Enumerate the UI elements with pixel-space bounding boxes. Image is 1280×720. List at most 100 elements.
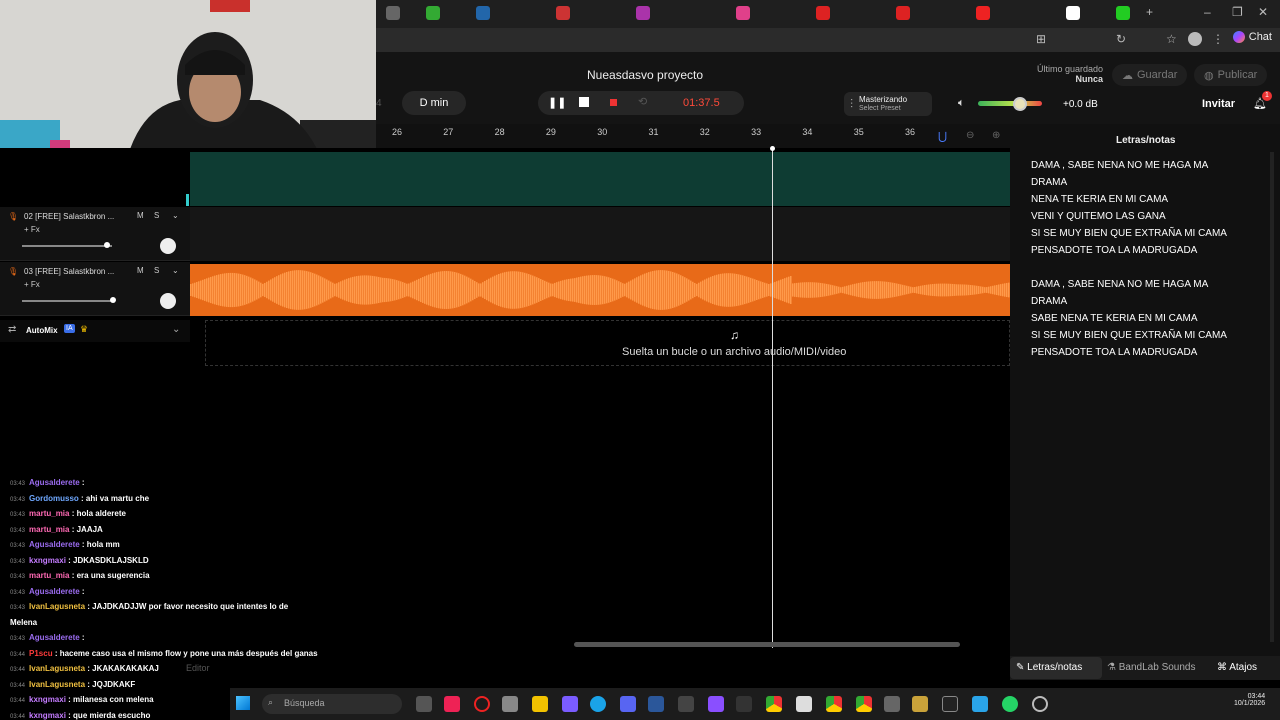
app-icon[interactable]	[678, 696, 694, 712]
taskview-icon[interactable]	[416, 696, 432, 712]
app-icon[interactable]	[708, 696, 724, 712]
solo-button[interactable]: S	[154, 266, 159, 275]
automix-bar[interactable]: ⇄ AutoMix IA ♛ ⌄	[0, 320, 190, 342]
zoom-out-icon[interactable]: ⊖	[966, 130, 974, 141]
save-button[interactable]: ☁ Guardar	[1112, 64, 1188, 86]
chat-button[interactable]: Chat	[1232, 31, 1272, 43]
app-icon[interactable]	[1032, 696, 1048, 712]
solo-button[interactable]: S	[154, 211, 159, 220]
tab-icon[interactable]	[976, 6, 990, 20]
lyrics-scrollbar[interactable]	[1270, 152, 1274, 642]
track-volume-slider[interactable]	[22, 242, 112, 248]
mute-button[interactable]: M	[137, 211, 144, 220]
stop-icon[interactable]	[579, 97, 589, 107]
chat-username[interactable]: Agusalderete	[29, 633, 82, 642]
tab-shortcuts[interactable]: ⌘ Atajos	[1217, 662, 1257, 673]
chevron-down-icon[interactable]: ⌄	[172, 324, 180, 335]
volume-knob[interactable]	[1013, 97, 1027, 111]
track-name[interactable]: 02 [FREE] Salastkbron ...	[24, 212, 114, 221]
refresh-icon[interactable]: ↻	[1116, 32, 1126, 46]
word-icon[interactable]	[648, 696, 664, 712]
chat-username[interactable]: martu_mia	[29, 509, 72, 518]
playhead-handle[interactable]	[770, 146, 775, 151]
tab-icon[interactable]	[736, 6, 750, 20]
app-icon[interactable]	[972, 696, 988, 712]
volume-slider[interactable]	[978, 101, 1042, 106]
zoom-in-icon[interactable]: ⊕	[992, 130, 1000, 141]
chat-username[interactable]: kxngmaxi	[29, 556, 68, 565]
pen-app-icon[interactable]	[562, 696, 578, 712]
extension-icon[interactable]: ⊞	[1036, 32, 1046, 46]
track-volume-slider[interactable]	[22, 297, 116, 303]
discord-icon[interactable]	[620, 696, 636, 712]
pause-icon[interactable]: ❚❚	[548, 96, 566, 109]
chat-username[interactable]: martu_mia	[29, 525, 72, 534]
tab-icon[interactable]	[386, 6, 400, 20]
track-header-2[interactable]: 🎙︎ 02 [FREE] Salastkbron ... M S ⌄ + Fx	[0, 207, 190, 261]
track-2-lane[interactable]	[190, 207, 1010, 261]
tab-icon[interactable]	[1066, 6, 1080, 20]
speaker-icon[interactable]: 🔈︎	[958, 97, 965, 110]
track-1-region[interactable]	[190, 152, 1010, 206]
taskbar-clock[interactable]: 03:44 10/1/2026	[1234, 693, 1265, 707]
capcut-icon[interactable]	[942, 696, 958, 712]
chat-username[interactable]: Agusalderete	[29, 540, 82, 549]
partial-button[interactable]: 4	[376, 98, 382, 109]
invite-button[interactable]: Invitar	[1202, 98, 1235, 110]
windows-start-icon[interactable]	[236, 696, 250, 710]
playhead[interactable]	[772, 148, 773, 648]
edge-icon[interactable]	[590, 696, 606, 712]
chat-username[interactable]: Agusalderete	[29, 478, 82, 487]
mastering-button[interactable]: ⫶ Masterizando Select Preset	[844, 92, 932, 116]
chat-username[interactable]: kxngmaxi	[29, 695, 68, 704]
terminal-icon[interactable]	[736, 696, 752, 712]
tab-icon[interactable]	[426, 6, 440, 20]
store-icon[interactable]	[502, 696, 518, 712]
tab-icon[interactable]	[896, 6, 910, 20]
tab-icon[interactable]	[1116, 6, 1130, 20]
chat-username[interactable]: Agusalderete	[29, 587, 82, 596]
notepad-icon[interactable]	[796, 696, 812, 712]
fx-button[interactable]: + Fx	[24, 225, 40, 234]
pan-knob[interactable]	[160, 293, 176, 309]
chat-username[interactable]: kxngmaxi	[29, 711, 68, 720]
chat-username[interactable]: IvanLagusneta	[29, 680, 87, 689]
tab-icon[interactable]	[636, 6, 650, 20]
mute-button[interactable]: M	[137, 266, 144, 275]
chrome-icon[interactable]	[826, 696, 842, 712]
menu-icon[interactable]: ⋮	[1212, 32, 1224, 46]
restore-icon[interactable]: ❐	[1232, 5, 1243, 19]
record-icon[interactable]	[610, 99, 617, 106]
chevron-down-icon[interactable]: ⌄	[172, 266, 179, 275]
tab-lyrics[interactable]: ✎ Letras/notas	[1016, 662, 1082, 673]
copilot-icon[interactable]	[444, 696, 460, 712]
whatsapp-icon[interactable]	[1002, 696, 1018, 712]
track-name[interactable]: 03 [FREE] Salastkbron ...	[24, 267, 114, 276]
project-title[interactable]: Nueasdasvo proyecto	[587, 68, 703, 82]
chat-username[interactable]: Gordomusso	[29, 494, 81, 503]
track-3-audio-region[interactable]	[190, 264, 1010, 316]
tab-icon[interactable]	[476, 6, 490, 20]
publish-button[interactable]: ◍ Publicar	[1194, 64, 1268, 86]
fx-button[interactable]: + Fx	[24, 280, 40, 289]
timeline-ruler[interactable]: 26 27 28 29 30 31 32 33 34 35 36	[376, 124, 1010, 148]
chevron-down-icon[interactable]: ⌄	[172, 211, 179, 220]
horizontal-scrollbar[interactable]	[574, 642, 960, 647]
new-tab-icon[interactable]: +	[1146, 5, 1153, 19]
opera-icon[interactable]	[474, 696, 490, 712]
pan-knob[interactable]	[160, 238, 176, 254]
chat-username[interactable]: IvanLagusneta	[29, 664, 87, 673]
chrome-icon[interactable]	[856, 696, 872, 712]
track-header-3[interactable]: 🎙︎ 03 [FREE] Salastkbron ... M S ⌄ + Fx	[0, 262, 190, 316]
app-icon[interactable]	[912, 696, 928, 712]
folder-icon[interactable]	[532, 696, 548, 712]
drop-zone[interactable]	[205, 320, 1010, 366]
profile-avatar[interactable]	[1188, 32, 1202, 46]
settings-icon[interactable]	[884, 696, 900, 712]
loop-icon[interactable]: ⟲	[638, 95, 647, 108]
star-icon[interactable]: ☆	[1166, 32, 1177, 46]
magnet-icon[interactable]: ⋃	[938, 130, 947, 143]
key-selector[interactable]: D min	[402, 91, 466, 115]
chat-username[interactable]: P1scu	[29, 649, 55, 658]
chrome-icon[interactable]	[766, 696, 782, 712]
